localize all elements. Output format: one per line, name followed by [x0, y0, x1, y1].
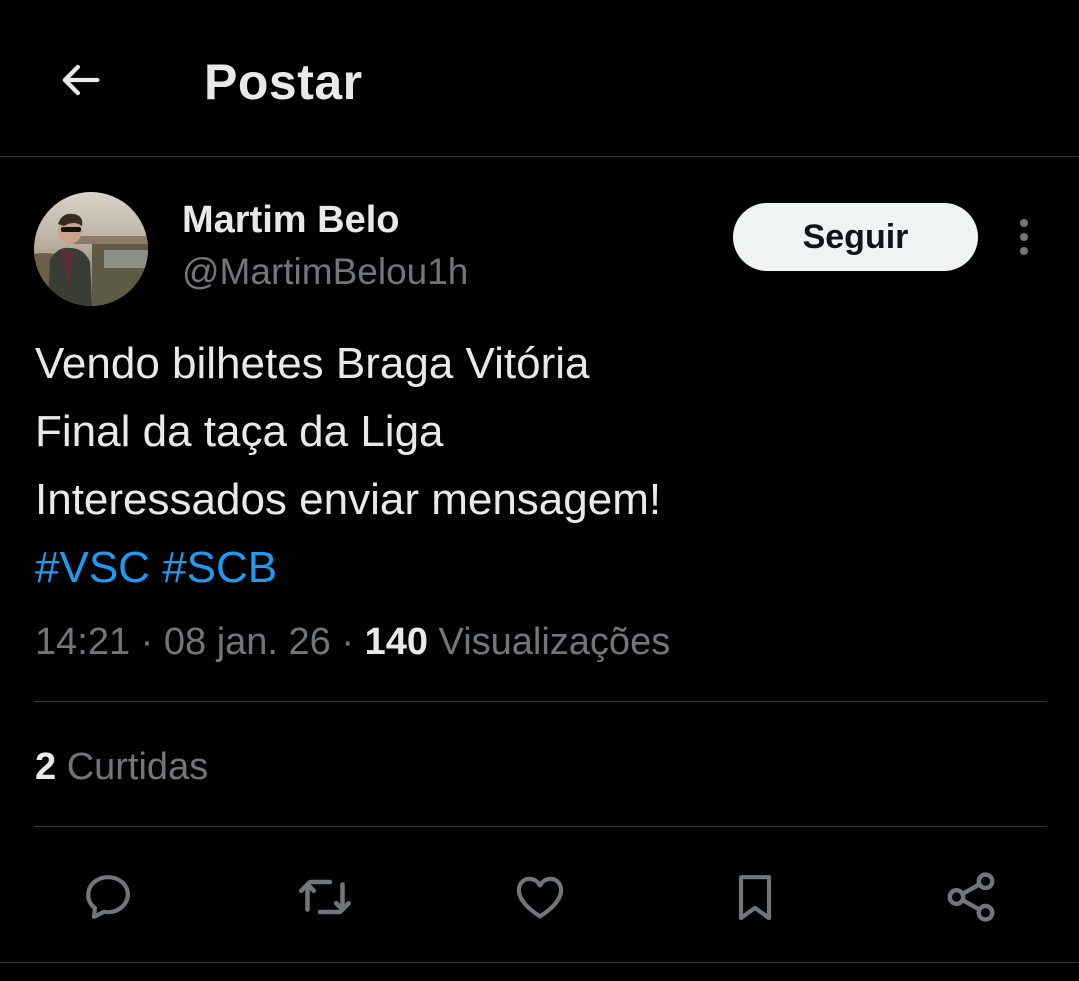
arrow-left-icon [62, 64, 100, 96]
share-button[interactable] [936, 862, 1006, 932]
views-label: Visualizações [438, 621, 671, 663]
divider [34, 826, 1047, 827]
bookmark-button[interactable] [720, 862, 790, 932]
meta-separator: · [140, 621, 154, 663]
hashtag-link[interactable]: #VSC [35, 543, 150, 592]
likes-count: 2 [35, 746, 57, 788]
avatar[interactable] [34, 192, 148, 306]
bookmark-icon [738, 875, 772, 921]
reply-button[interactable] [73, 862, 143, 932]
post-text-line: Vendo bilhetes Braga Vitória [35, 339, 590, 388]
back-button[interactable] [40, 40, 120, 120]
like-icon [516, 876, 564, 919]
more-options-button[interactable] [1002, 212, 1046, 262]
post-text-line: Interessados enviar mensagem! [35, 475, 662, 524]
meta-separator: · [341, 621, 355, 663]
post-text: Vendo bilhetes Braga Vitória Final da ta… [35, 330, 1035, 602]
repost-button[interactable] [290, 862, 360, 932]
author-handle[interactable]: @MartimBelou1h [182, 248, 468, 296]
share-icon [947, 872, 995, 922]
follow-button[interactable]: Seguir [733, 203, 978, 271]
post-text-line: Final da taça da Liga [35, 407, 444, 456]
avatar-photo [34, 192, 148, 306]
views-count: 140 [364, 621, 428, 663]
reply-icon [86, 875, 130, 919]
likes-label: Curtidas [66, 746, 209, 788]
author-name[interactable]: Martim Belo [182, 196, 399, 244]
hashtag-link[interactable]: #SCB [162, 543, 277, 592]
post-date[interactable]: 08 jan. 26 [164, 621, 331, 663]
top-bar: Postar [0, 0, 1079, 157]
like-button[interactable] [505, 862, 575, 932]
post-time[interactable]: 14:21 [35, 621, 130, 663]
likes-summary[interactable]: 2 Curtidas [35, 741, 208, 793]
more-vertical-icon [1020, 219, 1028, 255]
divider [0, 962, 1079, 963]
hashtag-line: #VSC #SCB [35, 534, 1035, 602]
post-meta: 14:21 · 08 jan. 26 · 140 Visualizações [35, 614, 670, 670]
page-title: Postar [204, 54, 363, 110]
divider [34, 701, 1047, 702]
repost-icon [299, 879, 351, 915]
